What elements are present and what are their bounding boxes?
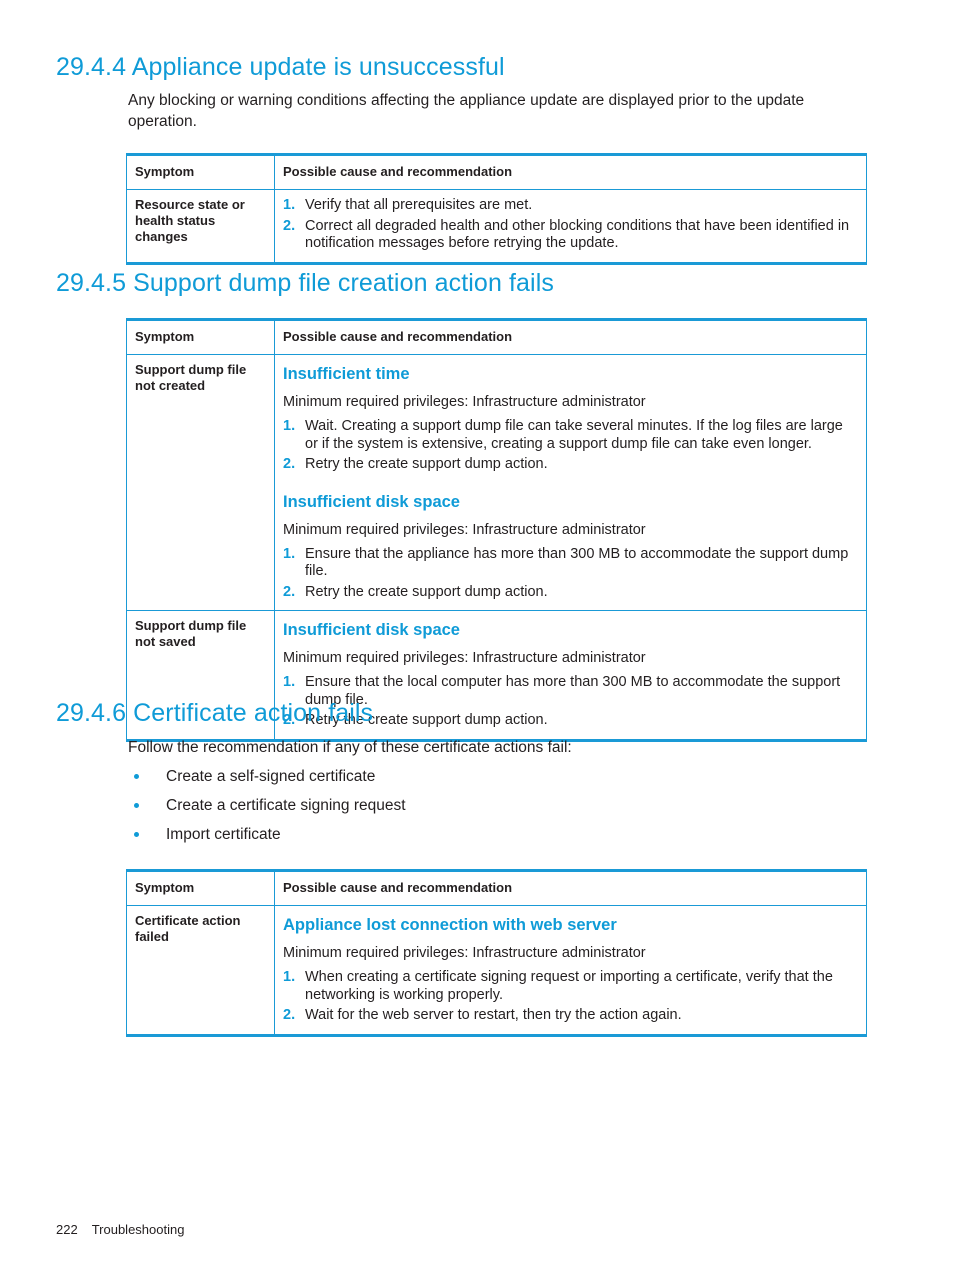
step-number: 1.	[283, 197, 296, 213]
cell-symptom: Certificate action failed	[126, 905, 275, 1036]
step-text: Ensure that the appliance has more than …	[305, 545, 849, 580]
cell-cause: Appliance lost connection with web serve…	[274, 905, 867, 1036]
step-text: Verify that all prerequisites are met.	[305, 197, 533, 213]
cause-subheading: Insufficient time	[283, 365, 410, 383]
table-row: Resource state or health status changes …	[126, 189, 867, 264]
list-item: 1. Ensure that the appliance has more th…	[283, 546, 858, 581]
step-text: Correct all degraded health and other bl…	[305, 217, 850, 252]
list-item-label: Import certificate	[166, 826, 281, 843]
table-header-row: Symptom Possible cause and recommendatio…	[126, 319, 867, 355]
list-item: 1. Wait. Creating a support dump file ca…	[283, 418, 858, 453]
step-number: 2.	[283, 583, 296, 600]
section-intro-29-4-6: Follow the recommendation if any of thes…	[128, 739, 572, 756]
step-text: When creating a certificate signing requ…	[305, 969, 833, 1003]
bullet-icon	[134, 774, 139, 779]
column-header-symptom: Symptom	[126, 319, 275, 355]
table-wrapper-appliance-update: Symptom Possible cause and recommendatio…	[126, 153, 867, 265]
cell-symptom: Resource state or health status changes	[126, 189, 275, 264]
privileges-note: Minimum required privileges: Infrastruct…	[283, 650, 646, 666]
step-text: Retry the create support dump action.	[305, 583, 548, 600]
bullet-icon	[134, 832, 139, 837]
list-item: 2. Retry the create support dump action.	[283, 456, 858, 474]
document-page: 29.4.4 Appliance update is unsuccessful …	[0, 0, 954, 1271]
list-item: Create a certificate signing request	[128, 795, 840, 816]
list-item: 1. Verify that all prerequisites are met…	[283, 197, 858, 215]
step-number: 1.	[283, 969, 296, 985]
table-certificate-action: Symptom Possible cause and recommendatio…	[126, 869, 867, 1037]
cell-cause: 1. Verify that all prerequisites are met…	[274, 189, 867, 264]
recommendation-steps: 1. Wait. Creating a support dump file ca…	[283, 418, 858, 474]
column-header-symptom: Symptom	[126, 154, 275, 190]
column-header-cause: Possible cause and recommendation	[274, 870, 867, 906]
recommendation-steps: 1. Verify that all prerequisites are met…	[283, 197, 858, 253]
column-header-cause: Possible cause and recommendation	[274, 154, 867, 190]
step-text: Wait for the web server to restart, then…	[305, 1007, 682, 1023]
table-wrapper-support-dump: Symptom Possible cause and recommendatio…	[126, 318, 867, 742]
table-header-row: Symptom Possible cause and recommendatio…	[126, 870, 867, 906]
step-number: 1.	[283, 545, 296, 562]
page-footer: 222 Troubleshooting	[56, 1222, 184, 1238]
list-item: 2. Retry the create support dump action.	[283, 584, 858, 602]
privileges-note: Minimum required privileges: Infrastruct…	[283, 394, 646, 410]
column-header-symptom: Symptom	[126, 870, 275, 906]
recommendation-steps: 1. Ensure that the appliance has more th…	[283, 546, 858, 602]
list-item: Create a self-signed certificate	[128, 766, 840, 787]
page-number: 222	[56, 1222, 78, 1237]
section-heading-29-4-4: 29.4.4 Appliance update is unsuccessful	[56, 53, 505, 81]
list-item-label: Create a self-signed certificate	[166, 768, 376, 785]
table-header-row: Symptom Possible cause and recommendatio…	[126, 154, 867, 190]
footer-chapter-label: Troubleshooting	[91, 1222, 185, 1237]
table-row: Support dump file not created Insufficie…	[126, 354, 867, 611]
privileges-note: Minimum required privileges: Infrastruct…	[283, 945, 646, 961]
table-row: Certificate action failed Appliance lost…	[126, 905, 867, 1036]
step-number: 1.	[283, 674, 296, 690]
step-number: 2.	[283, 217, 296, 234]
step-number: 2.	[283, 1007, 296, 1023]
certificate-actions-list: Create a self-signed certificate Create …	[128, 766, 840, 853]
section-intro-29-4-4: Any blocking or warning conditions affec…	[128, 92, 805, 130]
list-item: 2. Correct all degraded health and other…	[283, 218, 858, 253]
list-item: Import certificate	[128, 824, 840, 845]
list-item: 2. Wait for the web server to restart, t…	[283, 1007, 858, 1025]
bullet-icon	[134, 803, 139, 808]
step-text: Retry the create support dump action.	[305, 456, 548, 472]
section-heading-29-4-5: 29.4.5 Support dump file creation action…	[56, 269, 554, 297]
step-text: Wait. Creating a support dump file can t…	[305, 418, 843, 452]
column-header-cause: Possible cause and recommendation	[274, 319, 867, 355]
cause-subheading: Appliance lost connection with web serve…	[283, 916, 617, 934]
cause-subheading: Insufficient disk space	[283, 492, 460, 511]
section-heading-29-4-6: 29.4.6 Certificate action fails	[56, 699, 374, 727]
recommendation-steps: 1. When creating a certificate signing r…	[283, 969, 858, 1025]
list-item: 1. When creating a certificate signing r…	[283, 969, 858, 1004]
step-number: 2.	[283, 456, 296, 472]
table-wrapper-certificate: Symptom Possible cause and recommendatio…	[126, 869, 867, 1037]
list-item-label: Create a certificate signing request	[166, 797, 406, 814]
table-appliance-update: Symptom Possible cause and recommendatio…	[126, 153, 867, 265]
cell-symptom: Support dump file not created	[126, 354, 275, 611]
step-number: 1.	[283, 418, 296, 434]
table-support-dump: Symptom Possible cause and recommendatio…	[126, 318, 867, 742]
cell-cause: Insufficient time Minimum required privi…	[274, 354, 867, 611]
privileges-note: Minimum required privileges: Infrastruct…	[283, 521, 646, 538]
cause-subheading: Insufficient disk space	[283, 621, 460, 639]
